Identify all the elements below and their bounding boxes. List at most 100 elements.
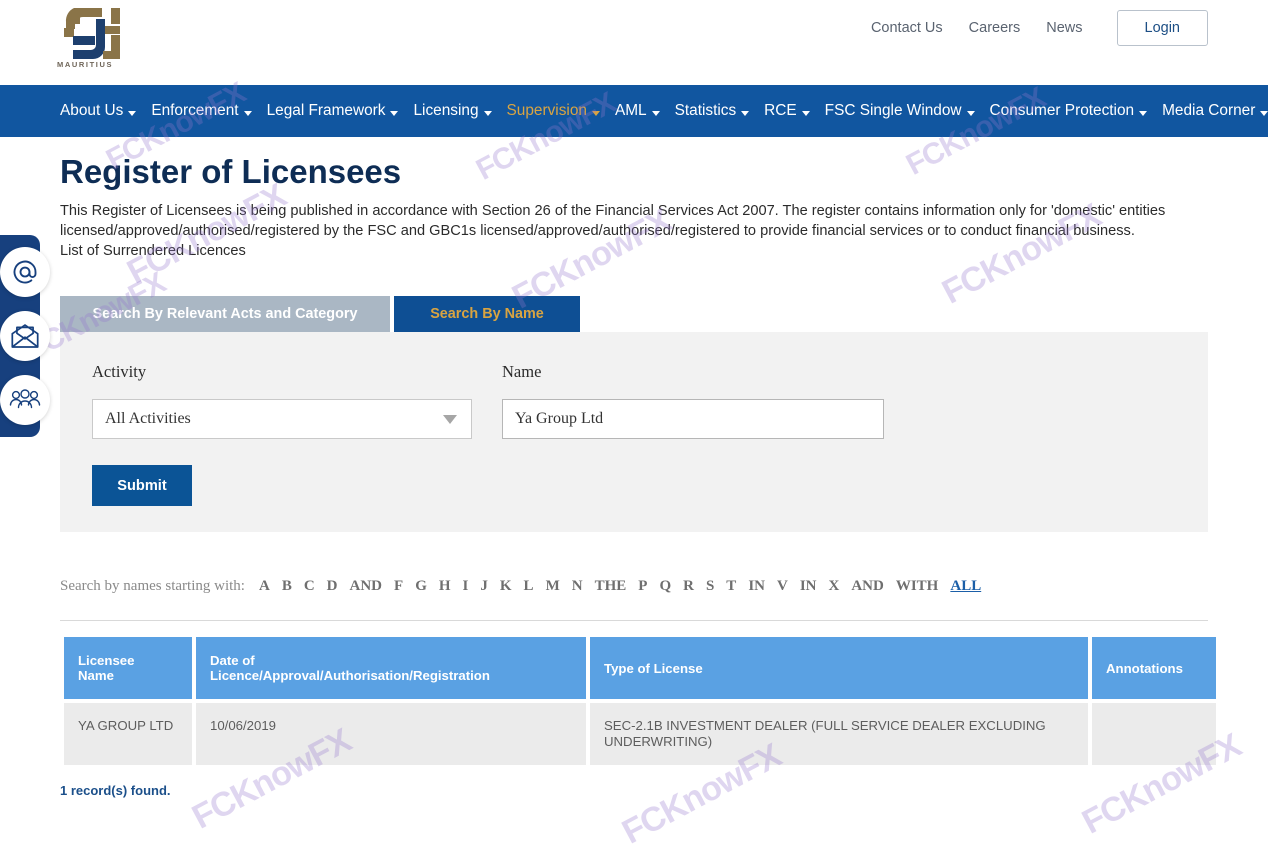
nav-item-about-us[interactable]: About Us (60, 102, 136, 120)
alpha-link-b[interactable]: B (282, 578, 292, 595)
chevron-down-icon (443, 415, 457, 424)
alpha-search-row: Search by names starting with: A B C D A… (60, 578, 1208, 595)
alpha-link-n[interactable]: N (572, 578, 583, 595)
people-group-button[interactable] (0, 375, 50, 425)
alpha-link-d[interactable]: D (327, 578, 338, 595)
alpha-link-the[interactable]: THE (595, 578, 627, 595)
alpha-link-i[interactable]: I (463, 578, 469, 595)
alpha-link-and[interactable]: AND (350, 578, 383, 595)
top-link-careers[interactable]: Careers (969, 20, 1021, 36)
activity-label: Activity (92, 362, 502, 382)
nav-item-statistics[interactable]: Statistics (675, 102, 750, 120)
intro-text: This Register of Licensees is being publ… (60, 201, 1208, 261)
cell-type-of-license: SEC-2.1B INVESTMENT DEALER (FULL SERVICE… (590, 703, 1088, 765)
name-label: Name (502, 362, 884, 382)
nav-item-licensing[interactable]: Licensing (413, 102, 491, 120)
table-header-row: Licensee Name Date of Licence/Approval/A… (64, 637, 1216, 699)
tab-search-by-acts-category[interactable]: Search By Relevant Acts and Category (60, 296, 390, 332)
nav-item-media-corner[interactable]: Media Corner (1162, 102, 1268, 120)
alpha-link-and-2[interactable]: AND (851, 578, 884, 595)
alpha-link-v[interactable]: V (777, 578, 788, 595)
nav-label: AML (615, 102, 647, 120)
column-header-annotations[interactable]: Annotations (1092, 637, 1216, 699)
chevron-down-icon (244, 111, 252, 116)
page-title: Register of Licensees (60, 153, 401, 191)
alpha-link-l[interactable]: L (524, 578, 534, 595)
alpha-link-h[interactable]: H (439, 578, 451, 595)
nav-label: FSC Single Window (825, 102, 962, 120)
people-group-icon (9, 388, 41, 412)
top-link-news[interactable]: News (1046, 20, 1082, 36)
chevron-down-icon (592, 111, 600, 116)
top-link-contact-us[interactable]: Contact Us (871, 20, 943, 36)
fsc-logo[interactable]: MAURITIUS (56, 6, 126, 74)
search-fields-row: Activity All Activities Name (92, 362, 1176, 439)
col-head-line2: Licence/Approval/Authorisation/Registrat… (210, 668, 490, 683)
activity-select[interactable]: All Activities (92, 399, 472, 439)
submit-button[interactable]: Submit (92, 465, 192, 506)
top-header: MAURITIUS Contact Us Careers News Login (0, 0, 1268, 85)
alpha-link-c[interactable]: C (304, 578, 315, 595)
nav-label: Legal Framework (267, 102, 386, 120)
nav-item-fsc-single-window[interactable]: FSC Single Window (825, 102, 975, 120)
nav-item-rce[interactable]: RCE (764, 102, 810, 120)
cell-licensee-name: YA GROUP LTD (64, 703, 192, 765)
at-sign-icon (10, 257, 40, 287)
search-tabs: Search By Relevant Acts and Category Sea… (60, 294, 1208, 332)
alpha-link-f[interactable]: F (394, 578, 403, 595)
column-header-type-of-license[interactable]: Type of License (590, 637, 1088, 699)
nav-label: Consumer Protection (990, 102, 1135, 120)
col-head-line2: Name (78, 668, 114, 683)
at-sign-button[interactable] (0, 247, 50, 297)
column-header-licensee-name[interactable]: Licensee Name (64, 637, 192, 699)
alpha-link-with[interactable]: WITH (896, 578, 939, 595)
table-row[interactable]: YA GROUP LTD 10/06/2019 SEC-2.1B INVESTM… (64, 703, 1216, 765)
mail-button[interactable] (0, 311, 50, 361)
alpha-link-t[interactable]: T (726, 578, 736, 595)
chevron-down-icon (1260, 111, 1268, 116)
field-activity: Activity All Activities (92, 362, 502, 439)
col-head-line1: Licensee (78, 653, 134, 668)
top-utility-nav: Contact Us Careers News Login (871, 10, 1208, 46)
chevron-down-icon (128, 111, 136, 116)
page-root: MAURITIUS Contact Us Careers News Login … (0, 0, 1268, 852)
tab-search-by-name[interactable]: Search By Name (394, 296, 580, 332)
results-table-head: Licensee Name Date of Licence/Approval/A… (64, 637, 1216, 699)
nav-label: Supervision (507, 102, 587, 120)
alpha-link-in-2[interactable]: IN (800, 578, 817, 595)
alpha-link-a[interactable]: A (259, 578, 270, 595)
alpha-link-q[interactable]: Q (659, 578, 671, 595)
nav-item-enforcement[interactable]: Enforcement (151, 102, 251, 120)
alpha-link-k[interactable]: K (500, 578, 512, 595)
cell-annotations (1092, 703, 1216, 765)
alpha-link-x[interactable]: X (829, 578, 840, 595)
nav-item-aml[interactable]: AML (615, 102, 660, 120)
search-panel: Activity All Activities Name Submit (60, 332, 1208, 532)
activity-selected-value: All Activities (105, 410, 191, 428)
alpha-link-p[interactable]: P (638, 578, 647, 595)
chevron-down-icon (652, 111, 660, 116)
chevron-down-icon (1139, 111, 1147, 116)
nav-label: RCE (764, 102, 797, 120)
envelope-icon (10, 323, 40, 349)
alpha-link-s[interactable]: S (706, 578, 714, 595)
fsc-logo-icon (56, 6, 122, 60)
nav-label: Enforcement (151, 102, 238, 120)
nav-item-legal-framework[interactable]: Legal Framework (267, 102, 399, 120)
nav-item-supervision[interactable]: Supervision (507, 102, 600, 120)
social-rail (0, 235, 40, 437)
column-header-date[interactable]: Date of Licence/Approval/Authorisation/R… (196, 637, 586, 699)
chevron-down-icon (741, 111, 749, 116)
results-table-body: YA GROUP LTD 10/06/2019 SEC-2.1B INVESTM… (64, 703, 1216, 765)
alpha-link-in-1[interactable]: IN (748, 578, 765, 595)
alpha-link-g[interactable]: G (415, 578, 427, 595)
alpha-link-all[interactable]: ALL (950, 578, 981, 595)
alpha-link-j[interactable]: J (480, 578, 488, 595)
nav-label: About Us (60, 102, 123, 120)
main-content: Register of Licensees This Register of L… (0, 201, 1268, 798)
alpha-link-r[interactable]: R (683, 578, 694, 595)
alpha-link-m[interactable]: M (546, 578, 560, 595)
nav-item-consumer-protection[interactable]: Consumer Protection (990, 102, 1148, 120)
name-input[interactable] (502, 399, 884, 439)
login-button[interactable]: Login (1117, 10, 1208, 46)
